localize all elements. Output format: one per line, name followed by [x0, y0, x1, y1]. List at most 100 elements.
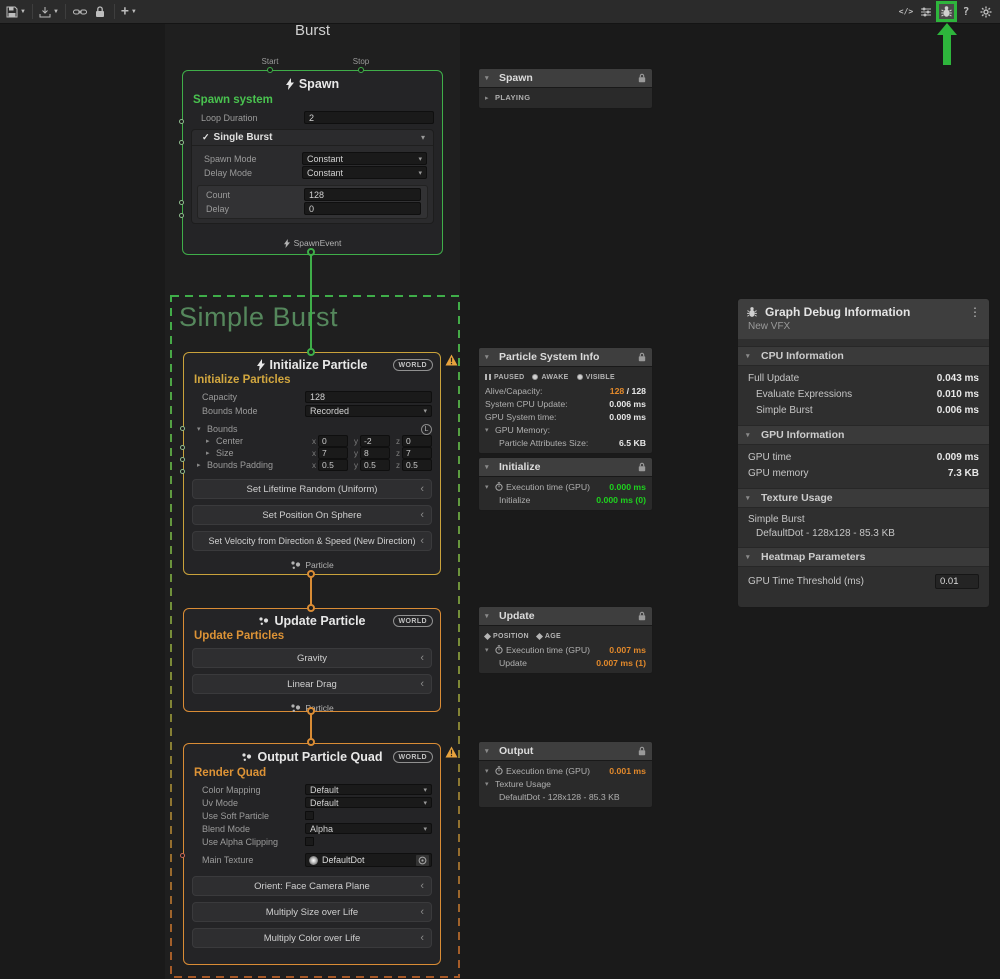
- foldout-caret-icon[interactable]: ▾: [485, 426, 492, 434]
- foldout-caret-icon[interactable]: ▾: [485, 353, 492, 361]
- foldout-caret-icon[interactable]: ▸: [197, 461, 204, 469]
- single-burst-block[interactable]: ✓ Single Burst ▾ Spawn Mode Constant Del…: [191, 129, 434, 224]
- size-y-field[interactable]: 8: [360, 447, 390, 459]
- code-view-button[interactable]: </>: [896, 2, 916, 22]
- collapse-chevron-icon[interactable]: ‹: [420, 881, 424, 892]
- panel-header[interactable]: ▾ Update: [478, 606, 653, 626]
- foldout-caret-icon[interactable]: ▾: [485, 612, 492, 620]
- block-multiply-size[interactable]: Multiply Size over Life ‹: [192, 902, 432, 922]
- delay-mode-dropdown[interactable]: Constant: [302, 166, 427, 179]
- block-set-position[interactable]: Set Position On Sphere ‹: [192, 505, 432, 525]
- foldout-caret-icon[interactable]: ▸: [485, 94, 492, 102]
- size-x-field[interactable]: 7: [318, 447, 348, 459]
- foldout-caret-icon[interactable]: ▾: [197, 425, 204, 433]
- lock-icon[interactable]: [638, 462, 646, 472]
- foldout-caret-icon[interactable]: ▾: [746, 431, 753, 439]
- collapse-chevron-icon[interactable]: ‹: [420, 536, 424, 547]
- collapse-chevron-icon[interactable]: ‹: [420, 679, 424, 690]
- block-set-lifetime[interactable]: Set Lifetime Random (Uniform) ‹: [192, 479, 432, 499]
- block-multiply-color[interactable]: Multiply Color over Life ‹: [192, 928, 432, 948]
- foldout-caret-icon[interactable]: ▾: [746, 553, 753, 561]
- foldout-caret-icon[interactable]: ▾: [485, 74, 492, 82]
- edge-spawn-to-initialize[interactable]: [310, 255, 312, 352]
- foldout-caret-icon[interactable]: ▸: [206, 449, 213, 457]
- gpu-threshold-input[interactable]: [935, 574, 979, 589]
- add-button[interactable]: + ▼: [119, 2, 139, 22]
- help-button[interactable]: ?: [956, 2, 976, 22]
- initialize-node[interactable]: Initialize Particle WORLD Initialize Par…: [183, 352, 441, 575]
- update-node[interactable]: Update Particle WORLD Update Particles G…: [183, 608, 441, 712]
- bounds-padding-x-field[interactable]: 0.5: [318, 459, 348, 471]
- bounds-mode-dropdown[interactable]: Recorded: [305, 405, 432, 417]
- foldout-caret-icon[interactable]: ▸: [206, 437, 213, 445]
- block-set-velocity[interactable]: Set Velocity from Direction & Speed (New…: [192, 531, 432, 551]
- attach-button[interactable]: ▼: [37, 2, 61, 22]
- use-alpha-clipping-checkbox[interactable]: [305, 837, 314, 846]
- lock-icon[interactable]: [638, 611, 646, 621]
- cpu-information-section[interactable]: ▾ CPU Information: [738, 346, 989, 366]
- foldout-caret-icon[interactable]: ▾: [485, 767, 492, 775]
- bounds-padding-port[interactable]: [180, 469, 185, 474]
- foldout-caret-icon[interactable]: ▾: [746, 352, 753, 360]
- panel-header[interactable]: ▾ Output: [478, 741, 653, 761]
- lock-icon[interactable]: [638, 73, 646, 83]
- spawn-output-port[interactable]: [307, 248, 315, 256]
- node-header[interactable]: Update Particle WORLD: [184, 614, 440, 628]
- collapse-chevron-icon[interactable]: ‹: [420, 933, 424, 944]
- count-field[interactable]: 128: [304, 188, 421, 201]
- warning-icon[interactable]: [445, 746, 458, 758]
- single-burst-port[interactable]: [179, 140, 184, 145]
- check-icon[interactable]: ✓: [202, 132, 210, 143]
- loop-duration-port[interactable]: [179, 119, 184, 124]
- warning-icon[interactable]: [445, 354, 458, 366]
- system-group-label[interactable]: Simple Burst: [179, 302, 338, 333]
- size-z-field[interactable]: 7: [402, 447, 432, 459]
- update-output-port[interactable]: [307, 707, 315, 715]
- initialize-input-port[interactable]: [307, 348, 315, 356]
- collapse-chevron-icon[interactable]: ‹: [420, 907, 424, 918]
- foldout-caret-icon[interactable]: ▾: [485, 463, 492, 471]
- lock-icon[interactable]: [638, 352, 646, 362]
- output-node[interactable]: Output Particle Quad WORLD Render Quad C…: [183, 743, 441, 965]
- center-z-field[interactable]: 0: [402, 435, 432, 447]
- foldout-caret-icon[interactable]: ▾: [485, 483, 492, 491]
- size-port[interactable]: [180, 457, 185, 462]
- block-orient[interactable]: Orient: Face Camera Plane ‹: [192, 876, 432, 896]
- center-port[interactable]: [180, 445, 185, 450]
- main-texture-port[interactable]: [180, 853, 185, 858]
- foldout-caret-icon[interactable]: ▾: [485, 646, 492, 654]
- foldout-caret-icon[interactable]: ▾: [485, 780, 492, 788]
- center-x-field[interactable]: 0: [318, 435, 348, 447]
- space-toggle[interactable]: L: [421, 424, 432, 435]
- delay-port[interactable]: [179, 213, 184, 218]
- node-header[interactable]: Spawn: [183, 76, 442, 92]
- control-panel-button[interactable]: [916, 2, 936, 22]
- bounds-port[interactable]: [180, 426, 185, 431]
- panel-header[interactable]: ▾ Particle System Info: [478, 347, 653, 367]
- gpu-information-section[interactable]: ▾ GPU Information: [738, 425, 989, 445]
- panel-header[interactable]: Graph Debug Information ⋮: [738, 299, 989, 320]
- delay-field[interactable]: 0: [304, 202, 421, 215]
- uv-mode-dropdown[interactable]: Default: [305, 797, 432, 808]
- main-texture-object-field[interactable]: DefaultDot: [305, 853, 432, 867]
- use-soft-particle-checkbox[interactable]: [305, 811, 314, 820]
- block-linear-drag[interactable]: Linear Drag ‹: [192, 674, 432, 694]
- foldout-caret-icon[interactable]: ▾: [485, 747, 492, 755]
- color-mapping-dropdown[interactable]: Default: [305, 784, 432, 795]
- count-port[interactable]: [179, 200, 184, 205]
- foldout-caret-icon[interactable]: ▾: [746, 494, 753, 502]
- heatmap-parameters-section[interactable]: ▾ Heatmap Parameters: [738, 547, 989, 567]
- start-flow-port[interactable]: [267, 67, 273, 73]
- output-input-port[interactable]: [307, 738, 315, 746]
- node-header[interactable]: Output Particle Quad WORLD: [184, 749, 440, 765]
- capacity-field[interactable]: 128: [305, 391, 432, 403]
- collapse-chevron-icon[interactable]: ‹: [420, 484, 424, 495]
- lock-icon[interactable]: [638, 746, 646, 756]
- texture-usage-section[interactable]: ▾ Texture Usage: [738, 488, 989, 508]
- update-input-port[interactable]: [307, 604, 315, 612]
- collapse-chevron-icon[interactable]: ‹: [420, 510, 424, 521]
- settings-button[interactable]: [976, 2, 996, 22]
- object-picker-icon[interactable]: [416, 855, 429, 866]
- lock-button[interactable]: [90, 2, 110, 22]
- center-y-field[interactable]: -2: [360, 435, 390, 447]
